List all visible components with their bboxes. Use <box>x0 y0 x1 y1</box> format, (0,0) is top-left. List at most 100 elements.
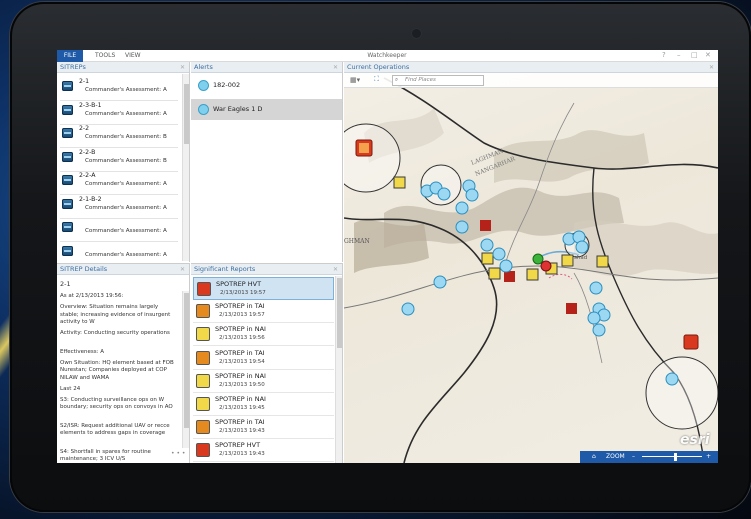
details-line: As at 2/13/2013 19:56: <box>60 293 124 299</box>
report-item[interactable]: SPOTREP in TAI 2/13/2013 19:43 <box>193 416 334 440</box>
report-item[interactable]: SPOTREP in NAI 2/13/2013 19:45 <box>193 393 334 416</box>
panel-title: Current Operations <box>347 63 410 71</box>
report-item[interactable]: SPOTREP HVT 2/13/2013 19:57 <box>193 277 334 300</box>
layers-icon[interactable]: ▦▾ <box>350 76 360 84</box>
report-title: SPOTREP in NAI <box>215 395 266 403</box>
zoom-handle[interactable] <box>674 453 677 461</box>
sitrep-icon <box>62 245 73 256</box>
report-time: 2/13/2013 19:43 <box>219 428 265 435</box>
close-icon[interactable]: ✕ <box>180 264 185 275</box>
close-button[interactable]: ✕ <box>705 50 711 61</box>
sitrep-name: 2-2-B <box>79 148 96 156</box>
alert-item[interactable]: 182-002 <box>191 75 342 96</box>
zoom-slider[interactable] <box>642 456 702 457</box>
help-button[interactable]: ? <box>662 50 666 61</box>
basemap-icon[interactable]: ⛶ <box>374 75 379 84</box>
sitreps-panel: SITREPs ✕ 2-1 Commander's Assessment: A 2-… <box>57 62 190 262</box>
details-line: Overview: Situation remains largely stab… <box>60 304 171 325</box>
find-places-input[interactable]: ⌕ Find Places <box>392 75 484 86</box>
alert-label: 182-002 <box>213 81 241 89</box>
report-item[interactable]: SPOTREP in TAI 2/13/2013 19:54 <box>193 347 334 370</box>
report-time: 2/13/2013 19:45 <box>219 405 265 411</box>
sigrep-header: Significant Reports ✕ <box>191 264 342 275</box>
alerts-panel: Alerts ✕ 182-002 War Eagles 1 D <box>191 62 343 262</box>
map-toolbar: ▦▾ ⛶ ⌕ Find Places <box>344 73 718 88</box>
sitrep-item[interactable]: 2-1-B-2 Commander's Assessment: A <box>60 193 178 219</box>
scroll-thumb[interactable] <box>184 293 189 428</box>
report-item[interactable]: SPOTREP in NAI 2/13/2013 19:56 <box>193 323 334 347</box>
map-canvas[interactable]: LAGHMAN NANGARHAR GHMAN shad <box>344 73 718 463</box>
more-icon[interactable]: • • • <box>171 450 185 457</box>
menu-view[interactable]: VIEW <box>119 50 147 62</box>
sitrep-assessment: Commander's Assessment: A <box>85 204 167 211</box>
sitrep-item[interactable]: 2-2 Commander's Assessment: B <box>60 122 178 148</box>
title-bar: FILE TOOLS VIEW Watchkeeper ? – □ ✕ <box>57 50 718 62</box>
sitrep-item[interactable]: 2-2-B Commander's Assessment: B <box>60 146 178 172</box>
sitrep-item[interactable]: 2-2-A Commander's Assessment: A <box>60 169 178 195</box>
minimize-button[interactable]: – <box>677 50 681 61</box>
sitrep-name: 2-1 <box>79 78 90 85</box>
app-title: Watchkeeper <box>367 52 407 59</box>
sitrep-icon <box>62 104 73 115</box>
sitrep-item[interactable]: 2-3-B-1 Commander's Assessment: A <box>60 99 178 125</box>
scrollbar[interactable] <box>335 276 342 463</box>
sitrep-icon <box>62 198 73 209</box>
significant-reports-panel: Significant Reports ✕ SPOTREP HVT 2/13/20… <box>191 263 343 463</box>
unit-icon <box>198 104 209 115</box>
panel-title: SITREP Details <box>60 265 108 273</box>
map-label: shad <box>574 255 587 261</box>
close-icon[interactable]: ✕ <box>180 62 185 73</box>
scrollbar[interactable] <box>182 291 189 448</box>
zoom-out-button[interactable]: – <box>632 451 635 463</box>
report-item[interactable]: SPOTREP in NAI 2/13/2013 19:50 <box>193 370 334 393</box>
report-title: SPOTREP in NAI <box>215 371 266 380</box>
report-time: 2/13/2013 19:43 <box>219 451 265 458</box>
alert-label: War Eagles 1 D <box>213 105 263 113</box>
scroll-thumb[interactable] <box>184 84 189 144</box>
report-time: 2/13/2013 19:57 <box>219 312 265 319</box>
sitrep-details-panel: SITREP Details ✕ 2-1 As at 2/13/2013 19:… <box>57 263 190 463</box>
sitrep-assessment: Commander's Assessment: B <box>85 134 167 140</box>
menu-tools[interactable]: TOOLS <box>89 50 121 62</box>
home-icon[interactable]: ⌂ <box>592 451 596 463</box>
report-time: 2/13/2013 19:50 <box>219 381 265 388</box>
sitrep-name: 2-2 <box>79 125 90 132</box>
close-icon[interactable]: ✕ <box>709 62 714 73</box>
sitrep-item[interactable]: Commander's Assessment: A <box>60 216 178 242</box>
scrollbar[interactable] <box>182 74 189 261</box>
zoom-in-button[interactable]: + <box>706 451 711 463</box>
sitrep-item[interactable]: Commander's Assessment: A <box>60 240 178 263</box>
scroll-thumb[interactable] <box>337 278 342 348</box>
report-item[interactable]: SPOTREP in TAI 2/13/2013 19:57 <box>193 300 334 324</box>
close-icon[interactable]: ✕ <box>333 62 338 73</box>
tai-icon <box>196 304 210 319</box>
report-title: SPOTREP in TAI <box>215 302 265 311</box>
details-line: Last 24 <box>60 385 81 392</box>
report-time: 2/13/2013 19:57 <box>220 290 266 296</box>
menu-file[interactable]: FILE <box>57 50 83 62</box>
nai-icon <box>196 373 210 388</box>
nai-icon <box>196 397 210 411</box>
details-line: Activity: Conducting security operations <box>60 330 170 336</box>
report-title: SPOTREP in TAI <box>215 418 265 427</box>
sitrep-name: 2-2-A <box>79 172 96 179</box>
sitrep-assessment: Commander's Assessment: A <box>85 110 167 117</box>
report-time: 2/13/2013 19:54 <box>219 358 265 365</box>
esri-logo: esri <box>680 432 710 448</box>
report-item[interactable]: SPOTREP HVT 2/13/2013 19:43 <box>193 439 334 463</box>
sitrep-item[interactable]: 2-1 Commander's Assessment: A <box>60 75 178 101</box>
search-icon: ⌕ <box>395 77 399 83</box>
details-line: S2/ISR: Request additional UAV or recce … <box>60 422 170 437</box>
report-time: 2/13/2013 19:56 <box>219 335 265 342</box>
alert-item[interactable]: War Eagles 1 D <box>191 99 342 120</box>
report-title: SPOTREP in NAI <box>215 325 266 334</box>
maximize-button[interactable]: □ <box>691 50 698 61</box>
map-label: GHMAN <box>344 238 370 245</box>
search-placeholder: Find Places <box>405 77 436 83</box>
close-icon[interactable]: ✕ <box>333 264 338 275</box>
sitrep-name: 2-3-B-1 <box>79 101 102 109</box>
sitrep-assessment: Commander's Assessment: A <box>85 228 167 234</box>
details-line: Effectiveness: A <box>60 348 104 355</box>
camera-icon <box>412 29 421 38</box>
hvt-icon <box>197 282 211 296</box>
